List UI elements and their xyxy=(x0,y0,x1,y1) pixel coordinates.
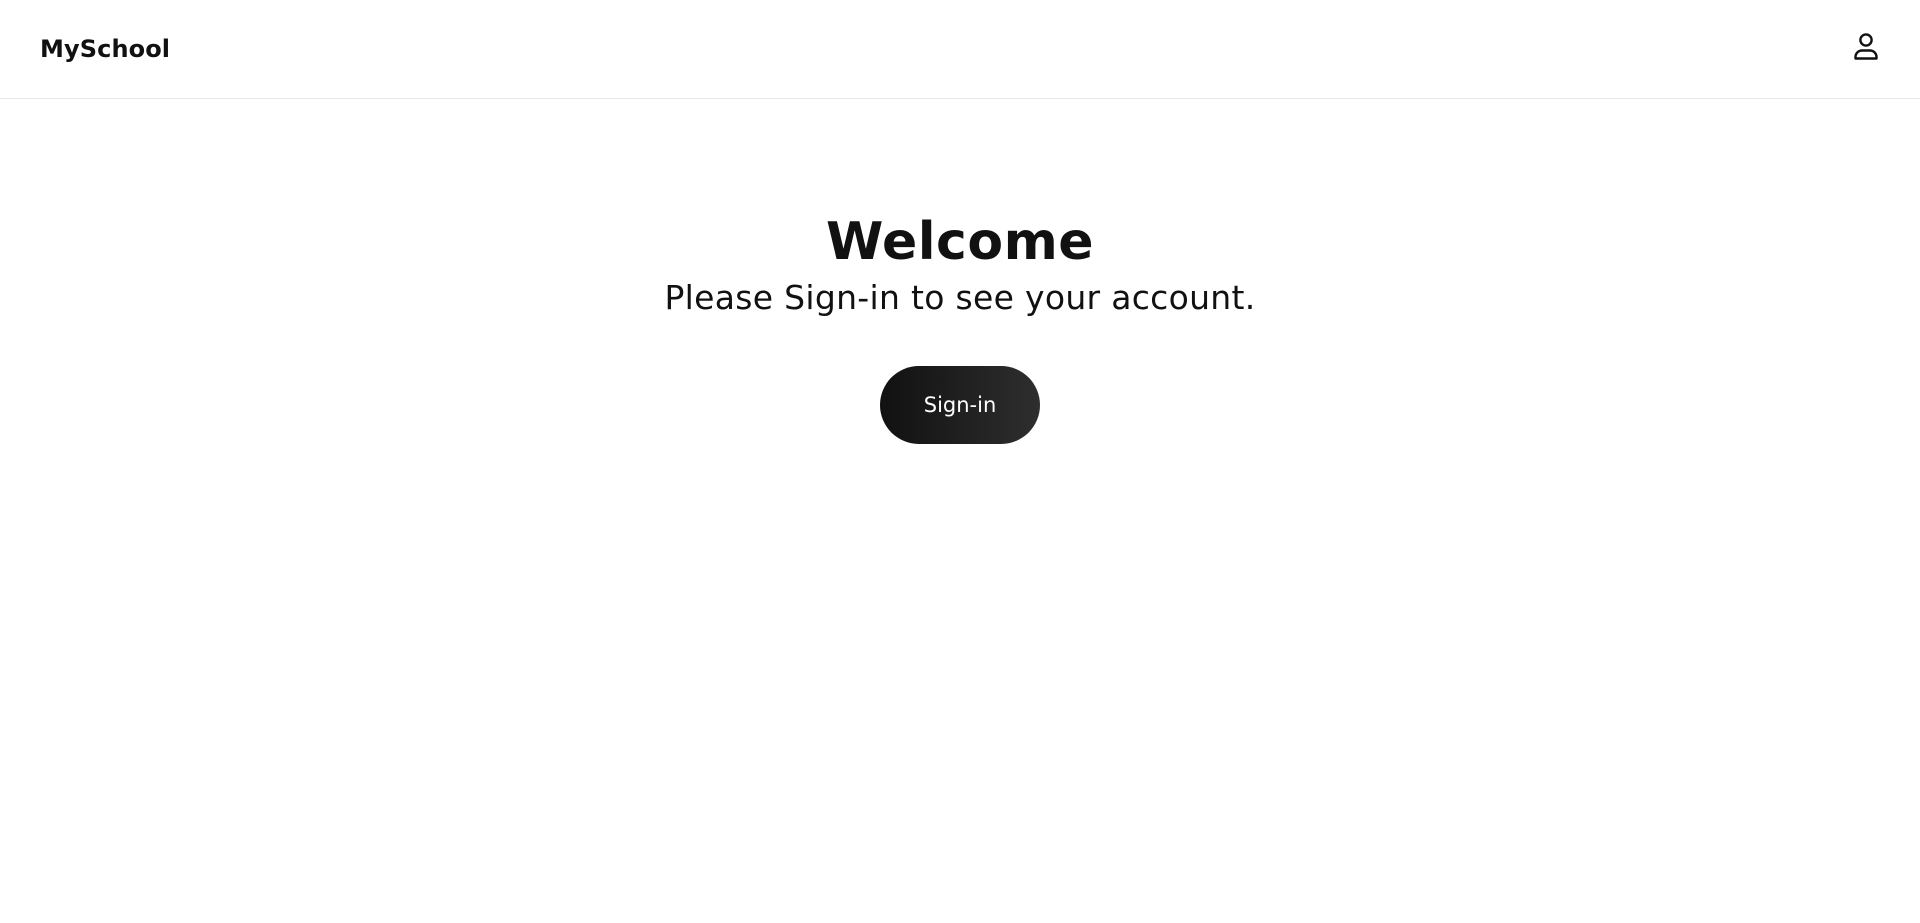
signin-button[interactable]: Sign-in xyxy=(880,366,1040,444)
account-button[interactable] xyxy=(1848,30,1884,66)
welcome-subtitle: Please Sign-in to see your account. xyxy=(664,278,1256,317)
user-icon xyxy=(1851,31,1881,65)
brand-logo-text[interactable]: MySchool xyxy=(40,32,170,66)
page-title: Welcome xyxy=(825,212,1095,272)
top-navigation-bar: MySchool xyxy=(0,0,1920,99)
signin-button-container: Sign-in xyxy=(0,366,1920,444)
welcome-section: Welcome Please Sign-in to see your accou… xyxy=(0,210,1920,322)
